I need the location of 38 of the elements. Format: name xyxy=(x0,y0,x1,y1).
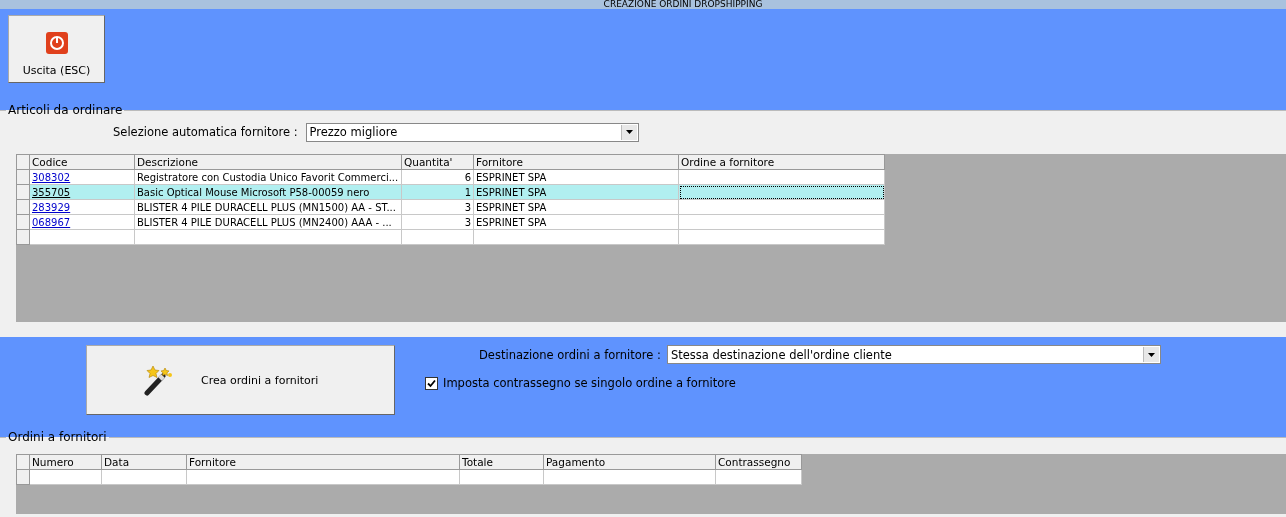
magic-wand-icon xyxy=(143,364,173,396)
table-cell: BLISTER 4 PILE DURACELL PLUS (MN2400) AAA - ... xyxy=(134,214,402,230)
column-header[interactable]: Numero xyxy=(29,454,102,470)
window-title: CREAZIONE ORDINI DROPSHIPPING xyxy=(603,0,763,9)
table-cell: ESPRINET SPA xyxy=(473,199,679,215)
table-cell: BLISTER 4 PILE DURACELL PLUS (MN1500) AA - ST... xyxy=(134,199,402,215)
destination-label: Destinazione ordini a fornitore : xyxy=(479,347,661,362)
column-header[interactable]: Totale xyxy=(459,454,544,470)
order-cell[interactable] xyxy=(678,199,885,215)
column-header[interactable]: Contrassegno xyxy=(715,454,802,470)
order-cell[interactable] xyxy=(678,214,885,230)
dropdown-arrow-icon xyxy=(1147,352,1155,357)
column-header[interactable]: Fornitore xyxy=(186,454,460,470)
create-orders-button[interactable]: Crea ordini a fornitori xyxy=(86,345,395,415)
table-cell: ESPRINET SPA xyxy=(473,214,679,230)
auto-supplier-dropdown[interactable]: Prezzo migliore xyxy=(305,122,639,142)
destination-dropdown[interactable]: Stessa destinazione dell'ordine cliente xyxy=(666,345,1161,364)
table-cell: Registratore con Custodia Unico Favorit Commerci... xyxy=(134,169,402,185)
table-cell: 3 xyxy=(401,214,474,230)
auto-supplier-label: Selezione automatica fornitore : xyxy=(113,125,298,139)
column-header[interactable]: Quantita' xyxy=(401,154,474,170)
power-icon xyxy=(45,32,68,54)
checkbox-label: Imposta contrassegno se singolo ordine a fornitore xyxy=(443,376,736,390)
column-header[interactable]: Codice xyxy=(29,154,135,170)
dropdown-arrow-icon xyxy=(625,130,633,134)
table-cell: ESPRINET SPA xyxy=(473,169,679,185)
column-header[interactable]: Descrizione xyxy=(134,154,402,170)
order-cell[interactable] xyxy=(678,169,885,185)
exit-button[interactable]: Uscita (ESC) xyxy=(8,15,105,83)
column-header[interactable]: Ordine a fornitore xyxy=(678,154,885,170)
table-cell: 6 xyxy=(401,169,474,185)
row-header[interactable] xyxy=(16,184,30,200)
column-header[interactable]: Data xyxy=(101,454,187,470)
table-cell: 3 xyxy=(401,199,474,215)
row-header[interactable] xyxy=(16,214,30,230)
checkbox[interactable] xyxy=(425,376,438,390)
column-header[interactable]: Pagamento xyxy=(543,454,716,470)
column-header[interactable]: Fornitore xyxy=(473,154,679,170)
